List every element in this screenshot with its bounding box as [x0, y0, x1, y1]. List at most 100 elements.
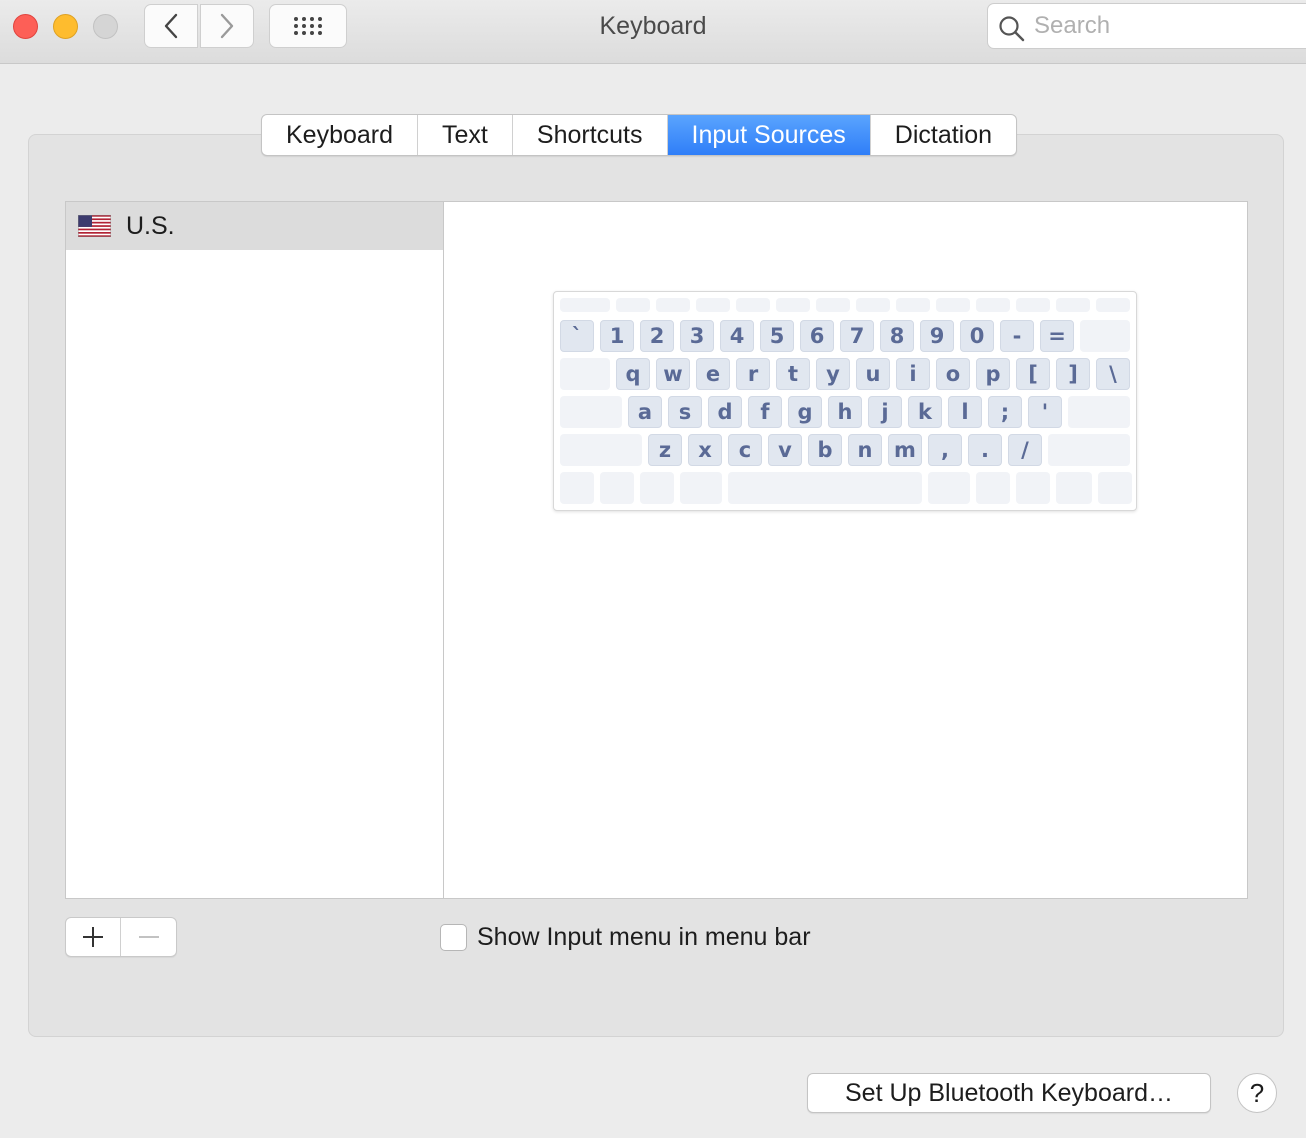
modifier-key	[560, 472, 594, 504]
us-flag-icon	[78, 215, 111, 237]
key-u: u	[856, 358, 890, 390]
key-y: y	[816, 358, 850, 390]
function-key	[560, 298, 610, 312]
function-key	[976, 298, 1010, 312]
modifier-key	[560, 358, 610, 390]
key-d: d	[708, 396, 742, 428]
key-c: c	[728, 434, 762, 466]
minus-icon	[138, 936, 159, 938]
key-/: /	[1008, 434, 1042, 466]
modifier-key	[1098, 472, 1132, 504]
tab-bar: Keyboard Text Shortcuts Input Sources Di…	[261, 114, 1018, 156]
function-key	[856, 298, 890, 312]
key-7: 7	[840, 320, 874, 352]
key-i: i	[896, 358, 930, 390]
key-`: `	[560, 320, 594, 352]
key-n: n	[848, 434, 882, 466]
modifier-key	[928, 472, 970, 504]
key-g: g	[788, 396, 822, 428]
set-up-bluetooth-keyboard-button[interactable]: Set Up Bluetooth Keyboard…	[807, 1073, 1211, 1113]
modifier-key	[1068, 396, 1130, 428]
function-key	[616, 298, 650, 312]
list-item[interactable]: U.S.	[66, 202, 443, 250]
key-=: =	[1040, 320, 1074, 352]
key-w: w	[656, 358, 690, 390]
key-e: e	[696, 358, 730, 390]
search-input[interactable]	[1034, 8, 1294, 44]
key-s: s	[668, 396, 702, 428]
key-x: x	[688, 434, 722, 466]
key-': '	[1028, 396, 1062, 428]
function-key	[776, 298, 810, 312]
key-k: k	[908, 396, 942, 428]
modifier-key	[680, 472, 722, 504]
tab-shortcuts[interactable]: Shortcuts	[513, 115, 668, 155]
key-]: ]	[1056, 358, 1090, 390]
show-input-menu-label[interactable]: Show Input menu in menu bar	[477, 923, 811, 952]
key-.: .	[968, 434, 1002, 466]
key-f: f	[748, 396, 782, 428]
function-key	[1056, 298, 1090, 312]
search-icon	[999, 16, 1025, 42]
function-key	[696, 298, 730, 312]
plus-icon	[83, 927, 103, 947]
title-bar: Keyboard	[0, 0, 1306, 64]
function-key	[1096, 298, 1130, 312]
key-9: 9	[920, 320, 954, 352]
function-key	[656, 298, 690, 312]
function-key	[936, 298, 970, 312]
tab-text[interactable]: Text	[418, 115, 513, 155]
show-input-menu-row: Show Input menu in menu bar	[440, 923, 811, 952]
search-field[interactable]	[987, 3, 1306, 49]
help-button[interactable]: ?	[1237, 1073, 1277, 1113]
key-v: v	[768, 434, 802, 466]
modifier-key	[560, 396, 622, 428]
tab-dictation[interactable]: Dictation	[871, 115, 1016, 155]
key-2: 2	[640, 320, 674, 352]
key-8: 8	[880, 320, 914, 352]
key-[: [	[1016, 358, 1050, 390]
keyboard-layout-preview: ` 1 2 3 4 5 6 7 8 9 0- = q w e r t y u i o p[] \ a s d f g h j k l; ' z x c…	[553, 291, 1137, 511]
key-t: t	[776, 358, 810, 390]
key-r: r	[736, 358, 770, 390]
show-input-menu-checkbox[interactable]	[440, 924, 467, 951]
key-\: \	[1096, 358, 1130, 390]
key-5: 5	[760, 320, 794, 352]
space-bar	[728, 472, 922, 504]
function-key	[736, 298, 770, 312]
tab-keyboard[interactable]: Keyboard	[262, 115, 419, 155]
key-3: 3	[680, 320, 714, 352]
modifier-key	[1048, 434, 1130, 466]
key-m: m	[888, 434, 922, 466]
modifier-key	[600, 472, 634, 504]
input-sources-list[interactable]: U.S.	[65, 201, 444, 899]
key-6: 6	[800, 320, 834, 352]
key-0: 0	[960, 320, 994, 352]
input-source-label: U.S.	[126, 212, 175, 240]
key-z: z	[648, 434, 682, 466]
key-q: q	[616, 358, 650, 390]
function-key	[816, 298, 850, 312]
key-1: 1	[600, 320, 634, 352]
modifier-key	[1056, 472, 1092, 504]
key-a: a	[628, 396, 662, 428]
key--: -	[1000, 320, 1034, 352]
modifier-key	[976, 472, 1010, 504]
key-l: l	[948, 396, 982, 428]
function-key	[1016, 298, 1050, 312]
key-,: ,	[928, 434, 962, 466]
modifier-key	[640, 472, 674, 504]
key-j: j	[868, 396, 902, 428]
key-;: ;	[988, 396, 1022, 428]
key-p: p	[976, 358, 1010, 390]
tab-input-sources[interactable]: Input Sources	[667, 115, 871, 155]
modifier-key	[1016, 472, 1050, 504]
key-o: o	[936, 358, 970, 390]
add-remove-control	[65, 917, 177, 957]
remove-input-source-button[interactable]	[121, 918, 176, 956]
modifier-key	[1080, 320, 1130, 352]
add-input-source-button[interactable]	[66, 918, 122, 956]
function-key	[896, 298, 930, 312]
modifier-key	[560, 434, 642, 466]
key-h: h	[828, 396, 862, 428]
